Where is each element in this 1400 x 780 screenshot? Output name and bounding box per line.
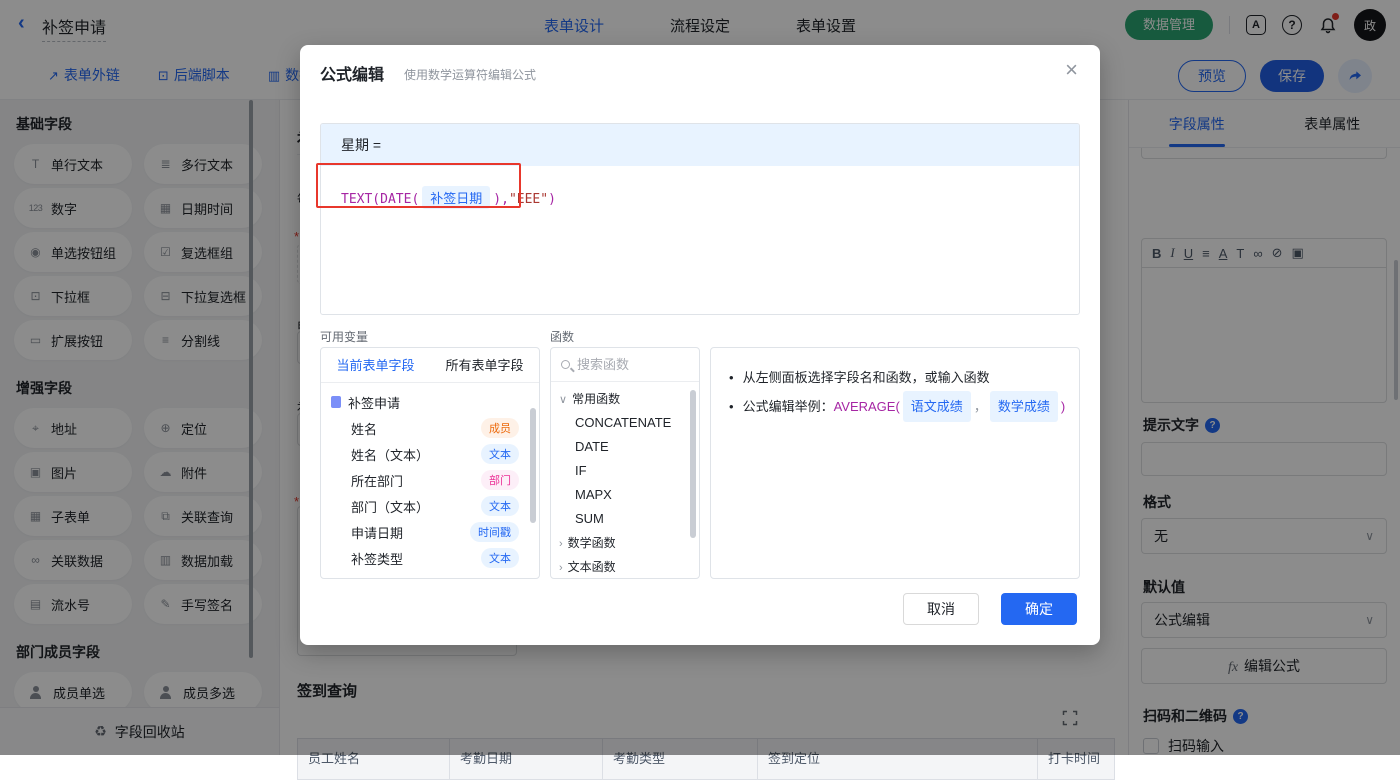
example-token: 语文成绩 xyxy=(903,391,971,422)
functions-list: ∨常用函数 CONCATENATE DATE IF MAPX SUM ›数学函数… xyxy=(551,382,699,579)
type-badge: 文本 xyxy=(481,496,519,516)
formula-editor[interactable]: 星期 = TEXT(DATE(补签日期),"EEE") xyxy=(320,123,1080,315)
variable-row[interactable]: 补签类型文本 xyxy=(321,545,539,571)
field-token[interactable]: 补签日期 xyxy=(422,186,490,209)
function-item[interactable]: SUM xyxy=(551,507,699,531)
caret-right-icon: › xyxy=(559,562,563,574)
search-icon xyxy=(561,360,570,369)
function-item[interactable]: CONCATENATE xyxy=(551,411,699,435)
functions-scrollbar[interactable] xyxy=(690,390,696,538)
modal-title: 公式编辑 xyxy=(320,61,384,85)
help-line-1: •从左侧面板选择字段名和函数，或输入函数 xyxy=(729,364,1061,391)
function-group-math[interactable]: ›数学函数 xyxy=(551,531,699,555)
tab-all-form-fields[interactable]: 所有表单字段 xyxy=(430,348,539,382)
variables-tabs: 当前表单字段 所有表单字段 xyxy=(321,348,539,383)
tab-current-form-fields[interactable]: 当前表单字段 xyxy=(321,348,430,382)
modal-subtitle: 使用数学运算符编辑公式 xyxy=(404,66,536,83)
function-item[interactable]: DATE xyxy=(551,435,699,459)
variables-label: 可用变量 xyxy=(320,328,368,345)
variable-row[interactable]: 姓名（文本）文本 xyxy=(321,441,539,467)
formula-string-literal: "EEE" xyxy=(509,192,548,207)
type-badge: 时间戳 xyxy=(470,522,519,542)
variables-tree: 补签申请 姓名成员 姓名（文本）文本 所在部门部门 部门（文本）文本 申请日期时… xyxy=(321,383,539,571)
function-search xyxy=(551,348,699,382)
function-group-common[interactable]: ∨常用函数 xyxy=(551,387,699,411)
functions-label: 函数 xyxy=(550,328,574,345)
function-item[interactable]: IF xyxy=(551,459,699,483)
function-item[interactable]: MAPX xyxy=(551,483,699,507)
variable-row[interactable]: 部门（文本）文本 xyxy=(321,493,539,519)
variables-scrollbar[interactable] xyxy=(530,408,536,523)
formula-target-bar: 星期 = xyxy=(321,124,1079,166)
formula-code-area[interactable]: TEXT(DATE(补签日期),"EEE") xyxy=(321,166,1079,209)
function-search-input[interactable] xyxy=(577,357,672,372)
help-line-example: •公式编辑举例：AVERAGE(语文成绩，数学成绩) xyxy=(729,391,1061,422)
formula-functions: TEXT(DATE( xyxy=(341,192,419,207)
tree-root-form[interactable]: 补签申请 xyxy=(321,389,539,415)
form-doc-icon xyxy=(331,396,341,408)
caret-down-icon: ∨ xyxy=(559,394,567,406)
caret-right-icon: › xyxy=(559,538,563,550)
formula-edit-modal: 公式编辑 使用数学运算符编辑公式 × 星期 = TEXT(DATE(补签日期),… xyxy=(300,45,1100,645)
variable-row[interactable]: 申请日期时间戳 xyxy=(321,519,539,545)
type-badge: 成员 xyxy=(481,418,519,438)
confirm-button[interactable]: 确定 xyxy=(1001,593,1077,625)
cancel-button[interactable]: 取消 xyxy=(903,593,979,625)
type-badge: 文本 xyxy=(481,444,519,464)
formula-help-panel: •从左侧面板选择字段名和函数，或输入函数 •公式编辑举例：AVERAGE(语文成… xyxy=(710,347,1080,579)
type-badge: 文本 xyxy=(481,548,519,568)
variable-row[interactable]: 所在部门部门 xyxy=(321,467,539,493)
function-group-text[interactable]: ›文本函数 xyxy=(551,555,699,579)
close-icon[interactable]: × xyxy=(1065,57,1078,83)
type-badge: 部门 xyxy=(481,470,519,490)
functions-panel: ∨常用函数 CONCATENATE DATE IF MAPX SUM ›数学函数… xyxy=(550,347,700,579)
variable-row[interactable]: 姓名成员 xyxy=(321,415,539,441)
example-token: 数学成绩 xyxy=(990,391,1058,422)
variables-panel: 当前表单字段 所有表单字段 补签申请 姓名成员 姓名（文本）文本 所在部门部门 … xyxy=(320,347,540,579)
